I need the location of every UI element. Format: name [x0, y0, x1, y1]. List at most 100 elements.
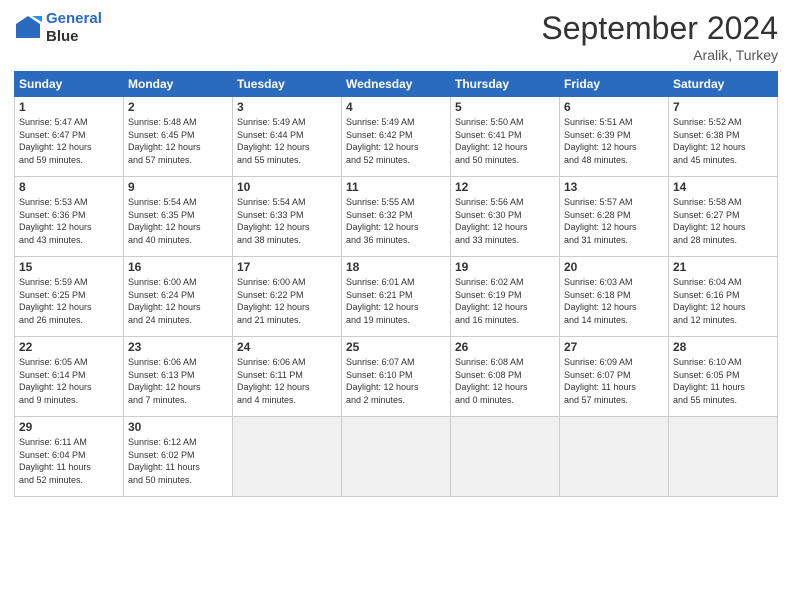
day-number: 10	[237, 180, 337, 194]
day-info: Sunrise: 6:03 AM Sunset: 6:18 PM Dayligh…	[564, 276, 664, 326]
calendar-week-row: 22 Sunrise: 6:05 AM Sunset: 6:14 PM Dayli…	[15, 337, 778, 417]
day-info: Sunrise: 6:11 AM Sunset: 6:04 PM Dayligh…	[19, 436, 119, 486]
table-row: 11 Sunrise: 5:55 AM Sunset: 6:32 PM Dayli…	[342, 177, 451, 257]
day-info: Sunrise: 6:09 AM Sunset: 6:07 PM Dayligh…	[564, 356, 664, 406]
day-number: 11	[346, 180, 446, 194]
table-row: 24 Sunrise: 6:06 AM Sunset: 6:11 PM Dayli…	[233, 337, 342, 417]
day-number: 19	[455, 260, 555, 274]
day-number: 20	[564, 260, 664, 274]
table-row: 12 Sunrise: 5:56 AM Sunset: 6:30 PM Dayli…	[451, 177, 560, 257]
table-row	[669, 417, 778, 497]
day-number: 22	[19, 340, 119, 354]
day-info: Sunrise: 5:47 AM Sunset: 6:47 PM Dayligh…	[19, 116, 119, 166]
table-row	[342, 417, 451, 497]
day-number: 6	[564, 100, 664, 114]
table-row: 13 Sunrise: 5:57 AM Sunset: 6:28 PM Dayli…	[560, 177, 669, 257]
day-info: Sunrise: 5:52 AM Sunset: 6:38 PM Dayligh…	[673, 116, 773, 166]
table-row: 2 Sunrise: 5:48 AM Sunset: 6:45 PM Daylig…	[124, 97, 233, 177]
day-number: 29	[19, 420, 119, 434]
calendar-week-row: 8 Sunrise: 5:53 AM Sunset: 6:36 PM Daylig…	[15, 177, 778, 257]
day-info: Sunrise: 6:01 AM Sunset: 6:21 PM Dayligh…	[346, 276, 446, 326]
day-info: Sunrise: 5:54 AM Sunset: 6:33 PM Dayligh…	[237, 196, 337, 246]
table-row: 5 Sunrise: 5:50 AM Sunset: 6:41 PM Daylig…	[451, 97, 560, 177]
month-title: September 2024	[541, 10, 778, 47]
day-info: Sunrise: 5:53 AM Sunset: 6:36 PM Dayligh…	[19, 196, 119, 246]
table-row: 8 Sunrise: 5:53 AM Sunset: 6:36 PM Daylig…	[15, 177, 124, 257]
day-number: 9	[128, 180, 228, 194]
day-info: Sunrise: 5:57 AM Sunset: 6:28 PM Dayligh…	[564, 196, 664, 246]
day-number: 7	[673, 100, 773, 114]
day-number: 12	[455, 180, 555, 194]
day-info: Sunrise: 6:02 AM Sunset: 6:19 PM Dayligh…	[455, 276, 555, 326]
day-number: 1	[19, 100, 119, 114]
day-number: 2	[128, 100, 228, 114]
day-info: Sunrise: 6:05 AM Sunset: 6:14 PM Dayligh…	[19, 356, 119, 406]
calendar-week-row: 1 Sunrise: 5:47 AM Sunset: 6:47 PM Daylig…	[15, 97, 778, 177]
day-info: Sunrise: 6:04 AM Sunset: 6:16 PM Dayligh…	[673, 276, 773, 326]
calendar-week-row: 15 Sunrise: 5:59 AM Sunset: 6:25 PM Dayli…	[15, 257, 778, 337]
table-row: 4 Sunrise: 5:49 AM Sunset: 6:42 PM Daylig…	[342, 97, 451, 177]
day-info: Sunrise: 5:55 AM Sunset: 6:32 PM Dayligh…	[346, 196, 446, 246]
day-info: Sunrise: 6:00 AM Sunset: 6:24 PM Dayligh…	[128, 276, 228, 326]
logo-text: General Blue	[46, 10, 102, 46]
table-row: 18 Sunrise: 6:01 AM Sunset: 6:21 PM Dayli…	[342, 257, 451, 337]
day-info: Sunrise: 5:56 AM Sunset: 6:30 PM Dayligh…	[455, 196, 555, 246]
calendar-table: Sunday Monday Tuesday Wednesday Thursday…	[14, 71, 778, 497]
calendar-container: General Blue September 2024 Aralik, Turk…	[0, 0, 792, 507]
day-number: 14	[673, 180, 773, 194]
day-info: Sunrise: 6:10 AM Sunset: 6:05 PM Dayligh…	[673, 356, 773, 406]
header-wednesday: Wednesday	[342, 72, 451, 97]
day-info: Sunrise: 5:54 AM Sunset: 6:35 PM Dayligh…	[128, 196, 228, 246]
day-info: Sunrise: 5:49 AM Sunset: 6:44 PM Dayligh…	[237, 116, 337, 166]
table-row: 7 Sunrise: 5:52 AM Sunset: 6:38 PM Daylig…	[669, 97, 778, 177]
day-number: 8	[19, 180, 119, 194]
logo: General Blue	[14, 10, 102, 46]
table-row: 17Sunrise: 6:00 AM Sunset: 6:22 PM Dayli…	[233, 257, 342, 337]
table-row	[233, 417, 342, 497]
day-number: 18	[346, 260, 446, 274]
calendar-week-row: 29 Sunrise: 6:11 AM Sunset: 6:04 PM Dayli…	[15, 417, 778, 497]
day-number: 28	[673, 340, 773, 354]
day-info: Sunrise: 5:59 AM Sunset: 6:25 PM Dayligh…	[19, 276, 119, 326]
header-thursday: Thursday	[451, 72, 560, 97]
day-number: 27	[564, 340, 664, 354]
day-info: Sunrise: 5:50 AM Sunset: 6:41 PM Dayligh…	[455, 116, 555, 166]
day-number: 15	[19, 260, 119, 274]
day-info: Sunrise: 5:49 AM Sunset: 6:42 PM Dayligh…	[346, 116, 446, 166]
table-row	[451, 417, 560, 497]
table-row: 27 Sunrise: 6:09 AM Sunset: 6:07 PM Dayli…	[560, 337, 669, 417]
day-number: 4	[346, 100, 446, 114]
table-row: 16Sunrise: 6:00 AM Sunset: 6:24 PM Dayli…	[124, 257, 233, 337]
header-friday: Friday	[560, 72, 669, 97]
table-row: 15 Sunrise: 5:59 AM Sunset: 6:25 PM Dayli…	[15, 257, 124, 337]
header: General Blue September 2024 Aralik, Turk…	[14, 10, 778, 63]
table-row: 20 Sunrise: 6:03 AM Sunset: 6:18 PM Dayli…	[560, 257, 669, 337]
day-number: 24	[237, 340, 337, 354]
day-info: Sunrise: 6:07 AM Sunset: 6:10 PM Dayligh…	[346, 356, 446, 406]
table-row: 30Sunrise: 6:12 AM Sunset: 6:02 PM Dayli…	[124, 417, 233, 497]
header-monday: Monday	[124, 72, 233, 97]
day-info: Sunrise: 5:51 AM Sunset: 6:39 PM Dayligh…	[564, 116, 664, 166]
logo-icon	[14, 14, 42, 42]
day-number: 30	[128, 420, 228, 434]
table-row: 1 Sunrise: 5:47 AM Sunset: 6:47 PM Daylig…	[15, 97, 124, 177]
day-info: Sunrise: 6:06 AM Sunset: 6:11 PM Dayligh…	[237, 356, 337, 406]
table-row: 23 Sunrise: 6:06 AM Sunset: 6:13 PM Dayli…	[124, 337, 233, 417]
header-sunday: Sunday	[15, 72, 124, 97]
header-tuesday: Tuesday	[233, 72, 342, 97]
table-row: 19 Sunrise: 6:02 AM Sunset: 6:19 PM Dayli…	[451, 257, 560, 337]
day-number: 5	[455, 100, 555, 114]
day-info: Sunrise: 6:00 AM Sunset: 6:22 PM Dayligh…	[237, 276, 337, 326]
table-row: 28 Sunrise: 6:10 AM Sunset: 6:05 PM Dayli…	[669, 337, 778, 417]
day-number: 13	[564, 180, 664, 194]
day-info: Sunrise: 6:06 AM Sunset: 6:13 PM Dayligh…	[128, 356, 228, 406]
table-row: 22 Sunrise: 6:05 AM Sunset: 6:14 PM Dayli…	[15, 337, 124, 417]
day-info: Sunrise: 5:48 AM Sunset: 6:45 PM Dayligh…	[128, 116, 228, 166]
day-number: 3	[237, 100, 337, 114]
day-number: 25	[346, 340, 446, 354]
table-row: 14Sunrise: 5:58 AM Sunset: 6:27 PM Dayli…	[669, 177, 778, 257]
weekday-header-row: Sunday Monday Tuesday Wednesday Thursday…	[15, 72, 778, 97]
day-number: 23	[128, 340, 228, 354]
table-row: 21Sunrise: 6:04 AM Sunset: 6:16 PM Dayli…	[669, 257, 778, 337]
day-info: Sunrise: 6:08 AM Sunset: 6:08 PM Dayligh…	[455, 356, 555, 406]
